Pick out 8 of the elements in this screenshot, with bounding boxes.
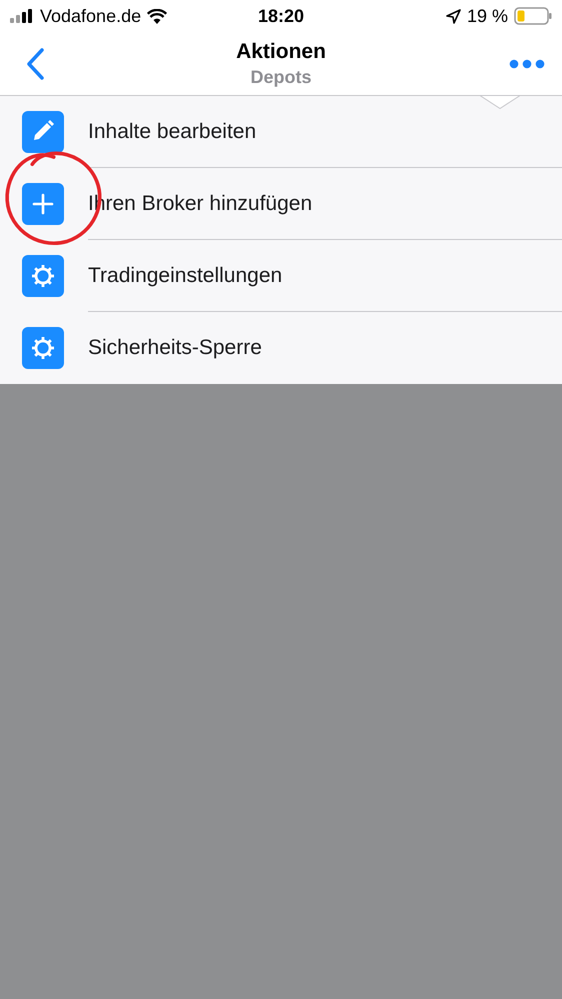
nav-subtitle: Depots [250,66,312,88]
clock-time: 18:20 [258,6,304,26]
menu-item[interactable]: Inhalte bearbeiten [0,96,562,168]
carrier-name: Vodafone.de [40,6,142,26]
menu-item[interactable]: Sicherheits-Sperre [0,312,562,384]
menu-item[interactable]: Tradingeinstellungen [0,240,562,312]
battery-percentage: 19 % [466,6,508,26]
nav-title: Aktionen [236,40,326,64]
